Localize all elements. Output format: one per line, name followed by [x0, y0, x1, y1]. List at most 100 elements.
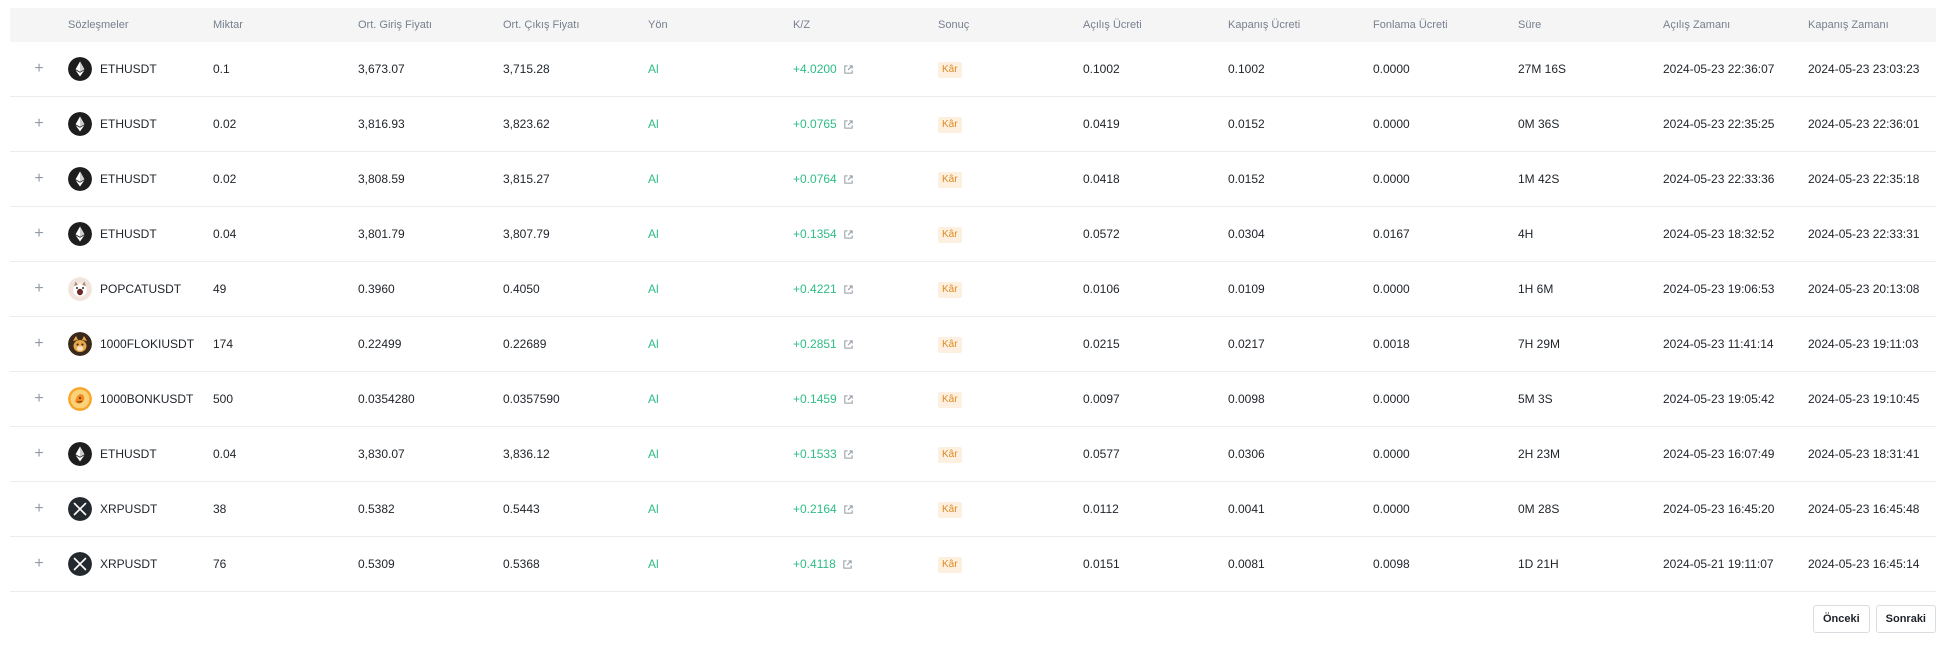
expand-row-icon[interactable]: +: [34, 226, 43, 242]
pnl-link[interactable]: +0.1533: [793, 447, 854, 461]
avg-exit-cell: 0.0357590: [503, 392, 560, 406]
open-fee-cell: 0.1002: [1083, 62, 1120, 76]
previous-page-button[interactable]: Önceki: [1812, 605, 1870, 633]
symbol-text[interactable]: XRPUSDT: [100, 502, 157, 516]
pnl-link[interactable]: +4.0200: [793, 62, 854, 76]
funding-fee-cell: 0.0000: [1373, 392, 1410, 406]
avg-entry-cell: 0.5309: [358, 557, 395, 571]
side-cell: Al: [648, 502, 659, 516]
funding-fee-cell: 0.0000: [1373, 502, 1410, 516]
table-row: + XRPUSDT 38 0.5382 0.5443 Al +0.2164 Kâr 0.0112…: [10, 482, 1936, 537]
pnl-cell: +4.0200: [793, 62, 938, 76]
expand-cell: +: [10, 501, 68, 517]
expand-row-icon[interactable]: +: [34, 446, 43, 462]
avg-exit-cell: 3,807.79: [503, 227, 550, 241]
duration-cell: 5M 3S: [1518, 392, 1553, 406]
close-time-cell: 2024-05-23 19:10:45: [1808, 392, 1920, 406]
open-fee-cell: 0.0106: [1083, 282, 1120, 296]
header-open-fee: Açılış Ücreti: [1083, 19, 1142, 31]
symbol-text[interactable]: XRPUSDT: [100, 557, 157, 571]
side-cell: Al: [648, 337, 659, 351]
avg-entry-cell: 0.5382: [358, 502, 395, 516]
header-side: Yön: [648, 19, 668, 31]
funding-fee-cell: 0.0000: [1373, 62, 1410, 76]
result-cell: Kâr: [938, 446, 1083, 463]
external-link-icon[interactable]: [843, 64, 854, 75]
result-badge: Kâr: [938, 281, 962, 298]
result-badge: Kâr: [938, 391, 962, 408]
avg-exit-cell: 3,823.62: [503, 117, 550, 131]
external-link-icon[interactable]: [842, 559, 853, 570]
symbol-text[interactable]: ETHUSDT: [100, 172, 157, 186]
eth-coin-icon: [68, 57, 92, 81]
quantity-cell: 500: [213, 392, 234, 406]
contract-cell: ETHUSDT: [68, 167, 213, 191]
external-link-icon[interactable]: [843, 229, 854, 240]
avg-entry-cell: 0.3960: [358, 282, 395, 296]
expand-row-icon[interactable]: +: [34, 336, 43, 352]
pnl-link[interactable]: +0.0765: [793, 117, 854, 131]
header-close-fee: Kapanış Ücreti: [1228, 19, 1301, 31]
result-badge: Kâr: [938, 336, 962, 353]
side-cell: Al: [648, 227, 659, 241]
avg-entry-cell: 3,830.07: [358, 447, 405, 461]
expand-row-icon[interactable]: +: [34, 391, 43, 407]
pnl-link[interactable]: +0.1459: [793, 392, 854, 406]
close-fee-cell: 0.0217: [1228, 337, 1265, 351]
pnl-link[interactable]: +0.0764: [793, 172, 854, 186]
symbol-text[interactable]: ETHUSDT: [100, 447, 157, 461]
external-link-icon[interactable]: [843, 284, 854, 295]
pnl-value: +0.1459: [793, 392, 837, 406]
expand-row-icon[interactable]: +: [34, 556, 43, 572]
avg-exit-cell: 3,715.28: [503, 62, 550, 76]
symbol-text[interactable]: 1000FLOKIUSDT: [100, 337, 194, 351]
expand-cell: +: [10, 281, 68, 297]
contract-cell: XRPUSDT: [68, 552, 213, 576]
pnl-link[interactable]: +0.2851: [793, 337, 854, 351]
symbol-text[interactable]: ETHUSDT: [100, 117, 157, 131]
external-link-icon[interactable]: [843, 449, 854, 460]
header-pnl: K/Z: [793, 19, 811, 31]
funding-fee-cell: 0.0000: [1373, 282, 1410, 296]
external-link-icon[interactable]: [843, 174, 854, 185]
table-row: + POPCATUSDT 49 0.3960 0.4050 Al +0.4221 Kâr 0.0…: [10, 262, 1936, 317]
external-link-icon[interactable]: [843, 119, 854, 130]
symbol-text[interactable]: POPCATUSDT: [100, 282, 181, 296]
contract-cell: XRPUSDT: [68, 497, 213, 521]
symbol-text[interactable]: ETHUSDT: [100, 62, 157, 76]
close-fee-cell: 0.0041: [1228, 502, 1265, 516]
avg-exit-cell: 3,815.27: [503, 172, 550, 186]
expand-row-icon[interactable]: +: [34, 61, 43, 77]
external-link-icon[interactable]: [843, 394, 854, 405]
symbol-text[interactable]: ETHUSDT: [100, 227, 157, 241]
header-quantity: Miktar: [213, 19, 243, 31]
expand-row-icon[interactable]: +: [34, 171, 43, 187]
result-badge: Kâr: [938, 61, 962, 78]
expand-row-icon[interactable]: +: [34, 281, 43, 297]
result-cell: Kâr: [938, 171, 1083, 188]
symbol-text[interactable]: 1000BONKUSDT: [100, 392, 193, 406]
close-fee-cell: 0.0081: [1228, 557, 1265, 571]
pnl-link[interactable]: +0.1354: [793, 227, 854, 241]
next-page-button[interactable]: Sonraki: [1875, 605, 1936, 633]
duration-cell: 1M 42S: [1518, 172, 1560, 186]
side-cell: Al: [648, 172, 659, 186]
pnl-value: +0.0765: [793, 117, 837, 131]
expand-row-icon[interactable]: +: [34, 501, 43, 517]
pnl-link[interactable]: +0.2164: [793, 502, 854, 516]
expand-cell: +: [10, 116, 68, 132]
side-cell: Al: [648, 447, 659, 461]
floki-coin-icon: [68, 332, 92, 356]
result-badge: Kâr: [938, 226, 962, 243]
expand-row-icon[interactable]: +: [34, 116, 43, 132]
external-link-icon[interactable]: [843, 339, 854, 350]
external-link-icon[interactable]: [843, 504, 854, 515]
pnl-link[interactable]: +0.4118: [793, 557, 853, 571]
header-result: Sonuç: [938, 19, 970, 31]
close-fee-cell: 0.0098: [1228, 392, 1265, 406]
pnl-link[interactable]: +0.4221: [793, 282, 854, 296]
funding-fee-cell: 0.0098: [1373, 557, 1410, 571]
contract-cell: ETHUSDT: [68, 442, 213, 466]
xrp-coin-icon: [68, 497, 92, 521]
trade-history-table: Sözleşmeler Miktar Ort. Giriş Fiyatı Ort…: [10, 8, 1936, 592]
